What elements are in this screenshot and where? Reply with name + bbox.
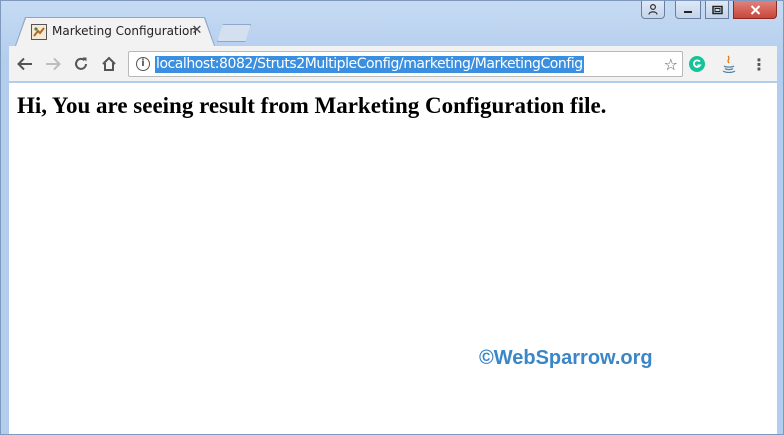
person-icon [648, 4, 658, 15]
close-window-button[interactable] [733, 1, 777, 19]
page-heading: Hi, You are seeing result from Marketing… [17, 93, 607, 118]
reload-icon[interactable] [72, 55, 90, 73]
url-text[interactable]: localhost:8082/Struts2MultipleConfig/mar… [155, 56, 584, 73]
minimize-button[interactable] [675, 1, 701, 19]
grammarly-extension-icon[interactable] [688, 55, 706, 73]
tab-title: Marketing Configuration [52, 24, 198, 38]
favicon-icon [31, 24, 47, 40]
forward-icon[interactable] [44, 55, 62, 73]
close-icon [750, 4, 760, 15]
info-icon[interactable]: i [136, 57, 150, 71]
java-extension-icon[interactable] [720, 55, 738, 73]
restore-icon [711, 5, 723, 14]
watermark-text: ©WebSparrow.org [479, 347, 653, 369]
page-viewport: Hi, You are seeing result from Marketing… [9, 83, 777, 434]
back-icon[interactable] [16, 55, 34, 73]
restore-button[interactable] [705, 1, 729, 19]
new-tab-button[interactable] [217, 24, 251, 42]
menu-kebab-icon[interactable]: ⋮ [750, 55, 768, 74]
minimize-icon [684, 10, 692, 13]
window-caption-buttons [641, 1, 777, 19]
bookmark-star-icon[interactable]: ☆ [664, 55, 678, 74]
tab-close-icon[interactable]: ✕ [189, 23, 205, 39]
address-bar[interactable]: i localhost:8082/Struts2MultipleConfig/m… [128, 51, 683, 77]
home-icon[interactable] [100, 55, 118, 73]
browser-window: Marketing Configuration ✕ i localhost:80… [0, 0, 784, 435]
profile-button[interactable] [641, 1, 665, 19]
browser-toolbar: i localhost:8082/Struts2MultipleConfig/m… [9, 46, 777, 82]
